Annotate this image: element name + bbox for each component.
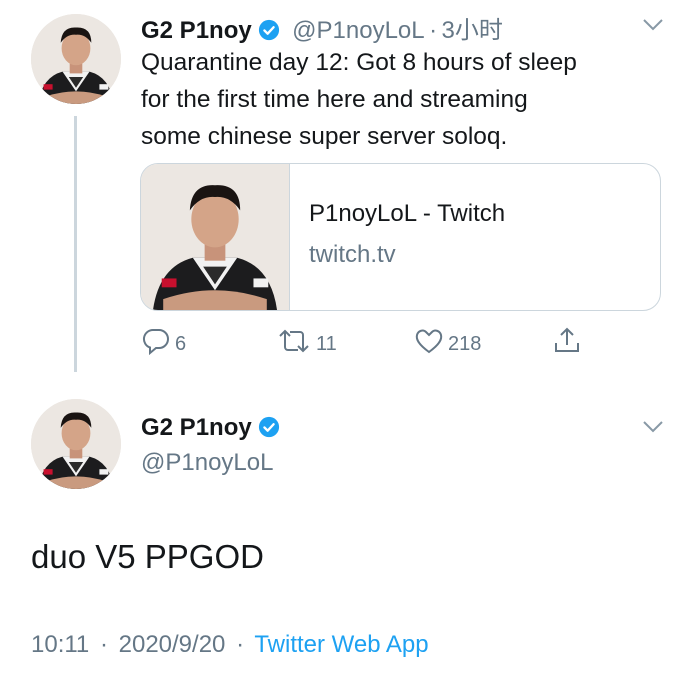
share-icon [552,325,582,361]
share-button[interactable] [552,325,582,361]
tweet-header: G2 P1noy @P1noyLoL · 3小时 [141,10,503,45]
verified-badge-icon [258,416,280,438]
tweet-time[interactable]: 10:11 [31,631,89,658]
separator-dot: · [99,631,108,658]
chevron-down-icon[interactable] [642,18,664,37]
chevron-down-icon[interactable] [642,420,664,439]
like-icon [414,327,444,361]
timestamp[interactable]: 3小时 [442,17,503,44]
tweet-text: duo V5 PPGOD [31,538,264,575]
tweet-header: G2 P1noy [141,414,280,442]
card-domain: twitch.tv [309,241,396,268]
card-title: P1noyLoL - Twitch [309,200,506,227]
retweet-icon [276,327,312,361]
tweet-text-line: some chinese super server soloq. [141,123,508,150]
card-thumbnail [141,164,290,310]
tweet-date[interactable]: 2020/9/20 [119,631,226,658]
tweet-metadata: 10:11 · 2020/9/20 · Twitter Web App [31,631,429,659]
avatar[interactable] [31,399,121,489]
reply-button[interactable]: 6 [141,327,186,361]
tweet-text: Quarantine day 12: Got 8 hours of sleep … [141,44,681,155]
like-button[interactable]: 218 [414,327,481,361]
reply-count: 6 [175,332,187,355]
handle[interactable]: @P1noyLoL [292,17,424,44]
display-name[interactable]: G2 P1noy [141,414,252,441]
display-name[interactable]: G2 P1noy [141,17,252,44]
tweet-text-line: for the first time here and streaming [141,86,528,113]
tweet-text-line: Quarantine day 12: Got 8 hours of sleep [141,49,577,76]
thread-line [74,116,77,372]
reply-icon [141,327,171,361]
retweet-button[interactable]: 11 [276,327,337,361]
avatar[interactable] [31,14,121,104]
verified-badge-icon [258,19,280,41]
like-count: 218 [448,332,482,355]
link-card[interactable]: P1noyLoL - Twitch twitch.tv [140,163,661,311]
source-app-link[interactable]: Twitter Web App [254,631,428,658]
retweet-count: 11 [316,332,337,355]
handle[interactable]: @P1noyLoL [141,449,273,477]
separator-dot: · [236,631,245,658]
separator-dot: · [429,17,438,44]
